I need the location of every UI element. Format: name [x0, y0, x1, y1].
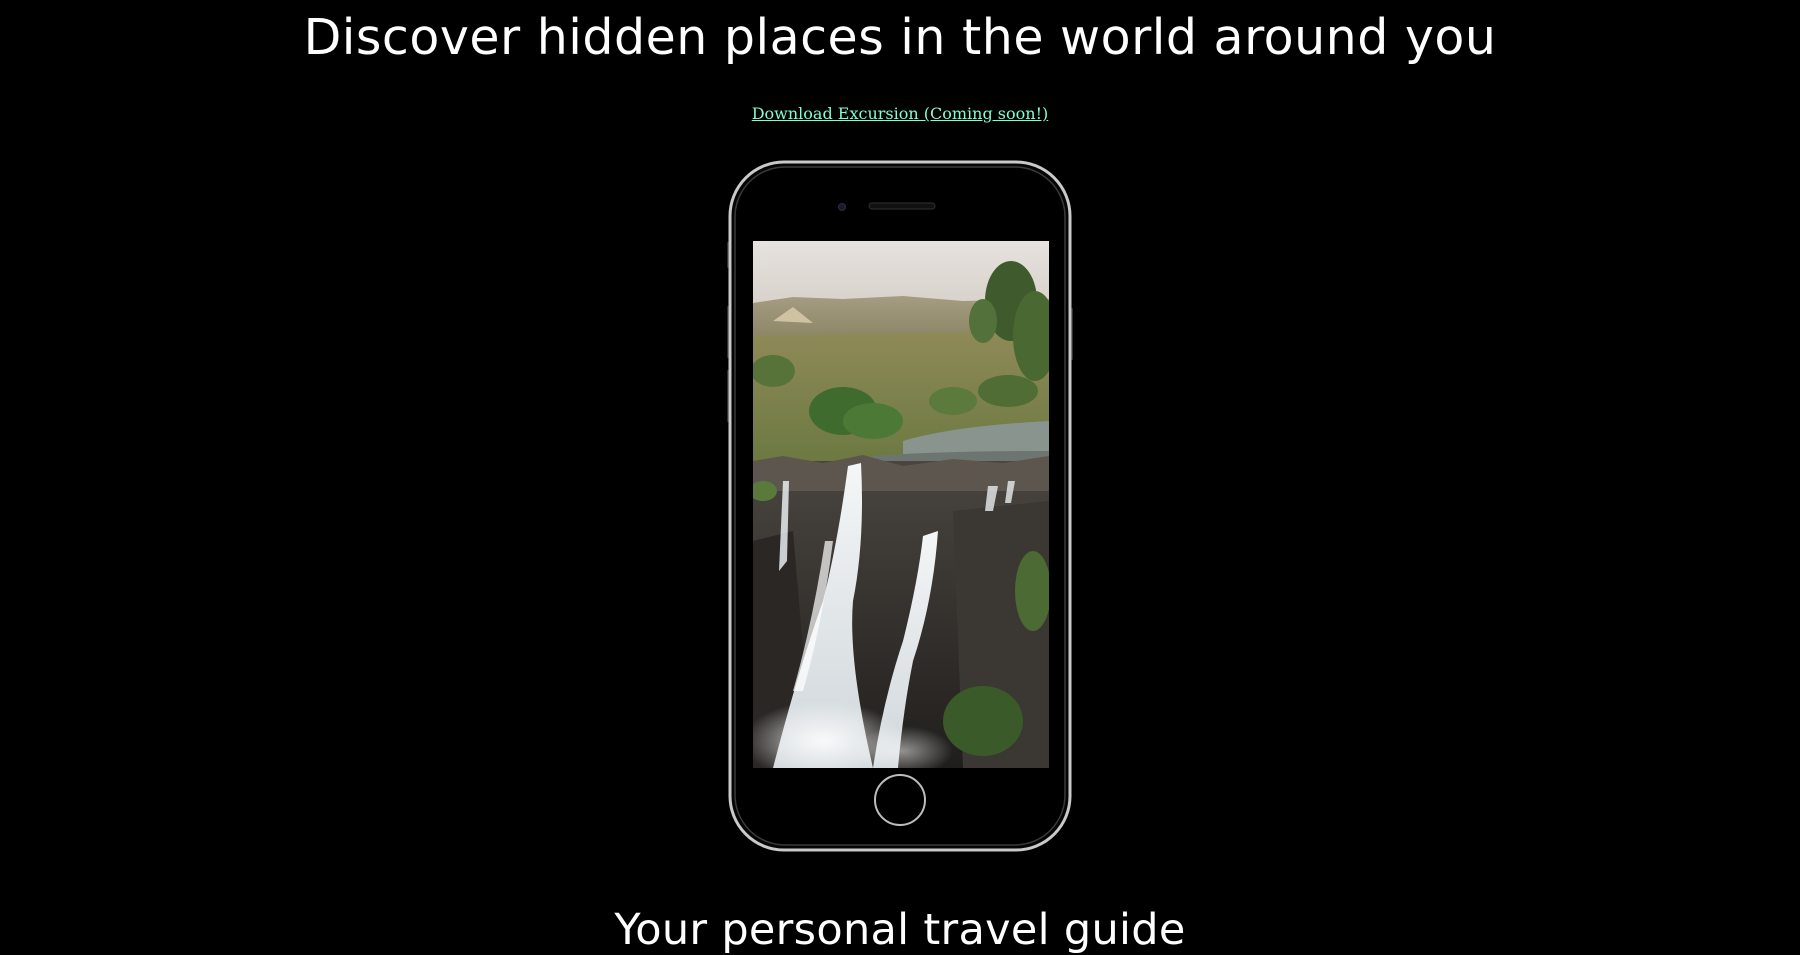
front-camera-icon — [838, 203, 846, 211]
speaker-grille — [868, 202, 936, 210]
waterfall-image — [753, 241, 1049, 768]
phone-screen-video[interactable] — [753, 241, 1049, 768]
phone-mockup — [727, 158, 1073, 854]
hero-title: Discover hidden places in the world arou… — [303, 9, 1497, 66]
tagline: Your personal travel guide — [614, 905, 1186, 955]
home-button[interactable] — [874, 774, 926, 826]
download-link[interactable]: Download Excursion (Coming soon!) — [752, 104, 1049, 123]
download-link-container: Download Excursion (Coming soon!) — [0, 103, 1800, 125]
